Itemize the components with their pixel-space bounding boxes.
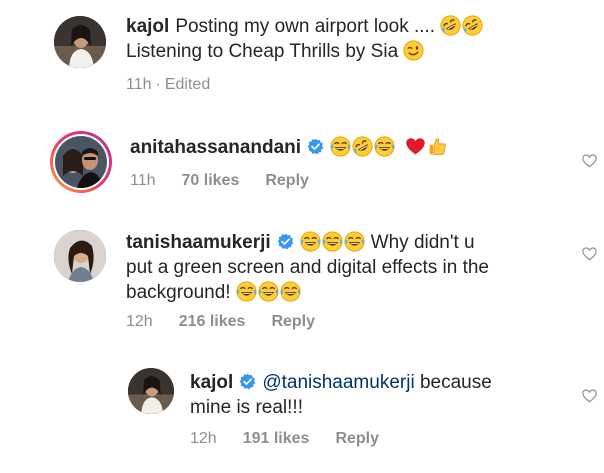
tears-of-joy-emoji-icon: [330, 136, 351, 157]
comment-meta: 11h · Edited: [126, 76, 236, 94]
comment-text-line1: Posting my own airport look ....: [175, 16, 436, 37]
comment-text-line2: mine is real!!!: [190, 397, 303, 418]
comment-text-line2: Listening to Cheap Thrills by Sia: [126, 41, 399, 62]
tears-of-joy-emoji-icon: [236, 281, 257, 302]
comment-body: kajol @tanishaamukerji because mine is re…: [190, 370, 570, 420]
rofl-emoji-icon: [440, 15, 461, 36]
comment-meta: 12h 191 likes Reply: [190, 430, 405, 448]
wink-emoji-icon: [403, 40, 424, 61]
like-heart-icon[interactable]: [581, 153, 598, 169]
likes-count[interactable]: 216 likes: [179, 313, 246, 330]
mention-link[interactable]: @tanishaamukerji: [262, 372, 414, 393]
red-heart-emoji-icon: [405, 136, 426, 157]
tears-of-joy-emoji-icon: [258, 281, 279, 302]
username[interactable]: anitahassanandani: [130, 137, 301, 158]
comment-meta: 12h 216 likes Reply: [126, 313, 341, 331]
rofl-emoji-icon: [352, 136, 373, 157]
username[interactable]: kajol: [126, 16, 169, 37]
verified-badge-icon: [277, 233, 294, 250]
meta-separator: ·: [155, 76, 161, 93]
verified-badge-icon: [239, 373, 256, 390]
comment-time[interactable]: 11h: [130, 172, 156, 189]
comment-time[interactable]: 11h: [126, 76, 152, 93]
comment-time[interactable]: 12h: [126, 313, 153, 330]
reply-button[interactable]: Reply: [271, 313, 315, 330]
verified-badge-icon: [307, 138, 324, 155]
tears-of-joy-emoji-icon: [280, 281, 301, 302]
tears-of-joy-emoji-icon: [374, 136, 395, 157]
comment-body: kajol Posting my own airport look .... Li…: [126, 14, 586, 64]
tears-of-joy-emoji-icon: [344, 231, 365, 252]
like-heart-icon[interactable]: [581, 388, 598, 404]
likes-count[interactable]: 191 likes: [243, 430, 310, 447]
comment-text-line2: put a green screen and digital effects i…: [126, 257, 490, 278]
comment-kajol-caption: kajol Posting my own airport look .... Li…: [0, 0, 604, 110]
comment-body: tanishaamukerji Why didn't u put a green …: [126, 230, 566, 305]
edited-label: Edited: [164, 76, 211, 93]
reply-button[interactable]: Reply: [265, 172, 309, 189]
username[interactable]: tanishaamukerji: [126, 232, 271, 253]
avatar[interactable]: [128, 368, 174, 414]
tears-of-joy-emoji-icon: [300, 231, 321, 252]
comment-meta: 11h 70 likes Reply: [130, 172, 335, 190]
comment-anitahassanandani: anitahassanandani 11h 70 likes Reply: [0, 125, 604, 205]
comment-text-line1: because: [419, 372, 492, 393]
likes-count[interactable]: 70 likes: [182, 172, 240, 189]
comment-reply-kajol: kajol @tanishaamukerji because mine is re…: [0, 360, 604, 473]
avatar-story-ring[interactable]: [50, 131, 112, 193]
thumbs-up-emoji-icon: [427, 136, 448, 157]
username[interactable]: kajol: [190, 372, 233, 393]
tears-of-joy-emoji-icon: [322, 231, 343, 252]
avatar[interactable]: [54, 16, 106, 68]
reply-button[interactable]: Reply: [335, 430, 379, 447]
rofl-emoji-icon: [462, 15, 483, 36]
like-heart-icon[interactable]: [581, 246, 598, 262]
comment-text-line1: Why didn't u: [370, 232, 475, 253]
comment-text-line3: background!: [126, 282, 231, 303]
comment-time[interactable]: 12h: [190, 430, 217, 447]
avatar[interactable]: [54, 230, 106, 282]
comment-tanishaamukerji: tanishaamukerji Why didn't u put a green …: [0, 220, 604, 340]
comment-body: anitahassanandani: [130, 135, 570, 160]
